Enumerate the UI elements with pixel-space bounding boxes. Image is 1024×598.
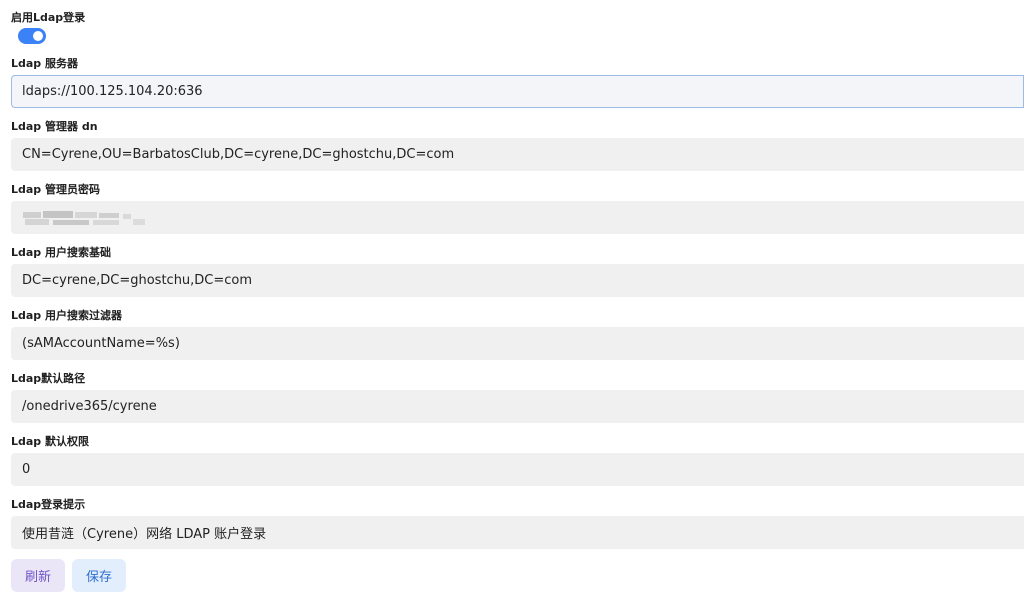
enable-ldap-toggle[interactable] <box>18 28 46 44</box>
login-hint-input[interactable] <box>11 516 1024 549</box>
default-permission-input[interactable] <box>11 453 1024 486</box>
manager-dn-label: Ldap 管理器 dn <box>11 120 98 133</box>
login-hint-label: Ldap登录提示 <box>11 498 86 511</box>
default-permission-label: Ldap 默认权限 <box>11 435 90 448</box>
default-path-label: Ldap默认路径 <box>11 372 86 385</box>
redacted-password <box>23 210 145 226</box>
user-search-filter-label: Ldap 用户搜索过滤器 <box>11 309 123 322</box>
toggle-knob <box>33 31 43 41</box>
user-search-filter-input[interactable] <box>11 327 1024 360</box>
default-path-input[interactable] <box>11 390 1024 423</box>
user-search-base-label: Ldap 用户搜索基础 <box>11 246 112 259</box>
enable-ldap-label: 启用Ldap登录 <box>11 11 86 24</box>
refresh-button[interactable]: 刷新 <box>11 559 65 592</box>
manager-password-input[interactable] <box>11 201 1024 234</box>
ldap-server-label: Ldap 服务器 <box>11 57 79 70</box>
user-search-base-input[interactable] <box>11 264 1024 297</box>
save-button[interactable]: 保存 <box>72 559 126 592</box>
ldap-server-input[interactable] <box>11 75 1024 108</box>
manager-dn-input[interactable] <box>11 138 1024 171</box>
manager-password-label: Ldap 管理员密码 <box>11 183 101 196</box>
